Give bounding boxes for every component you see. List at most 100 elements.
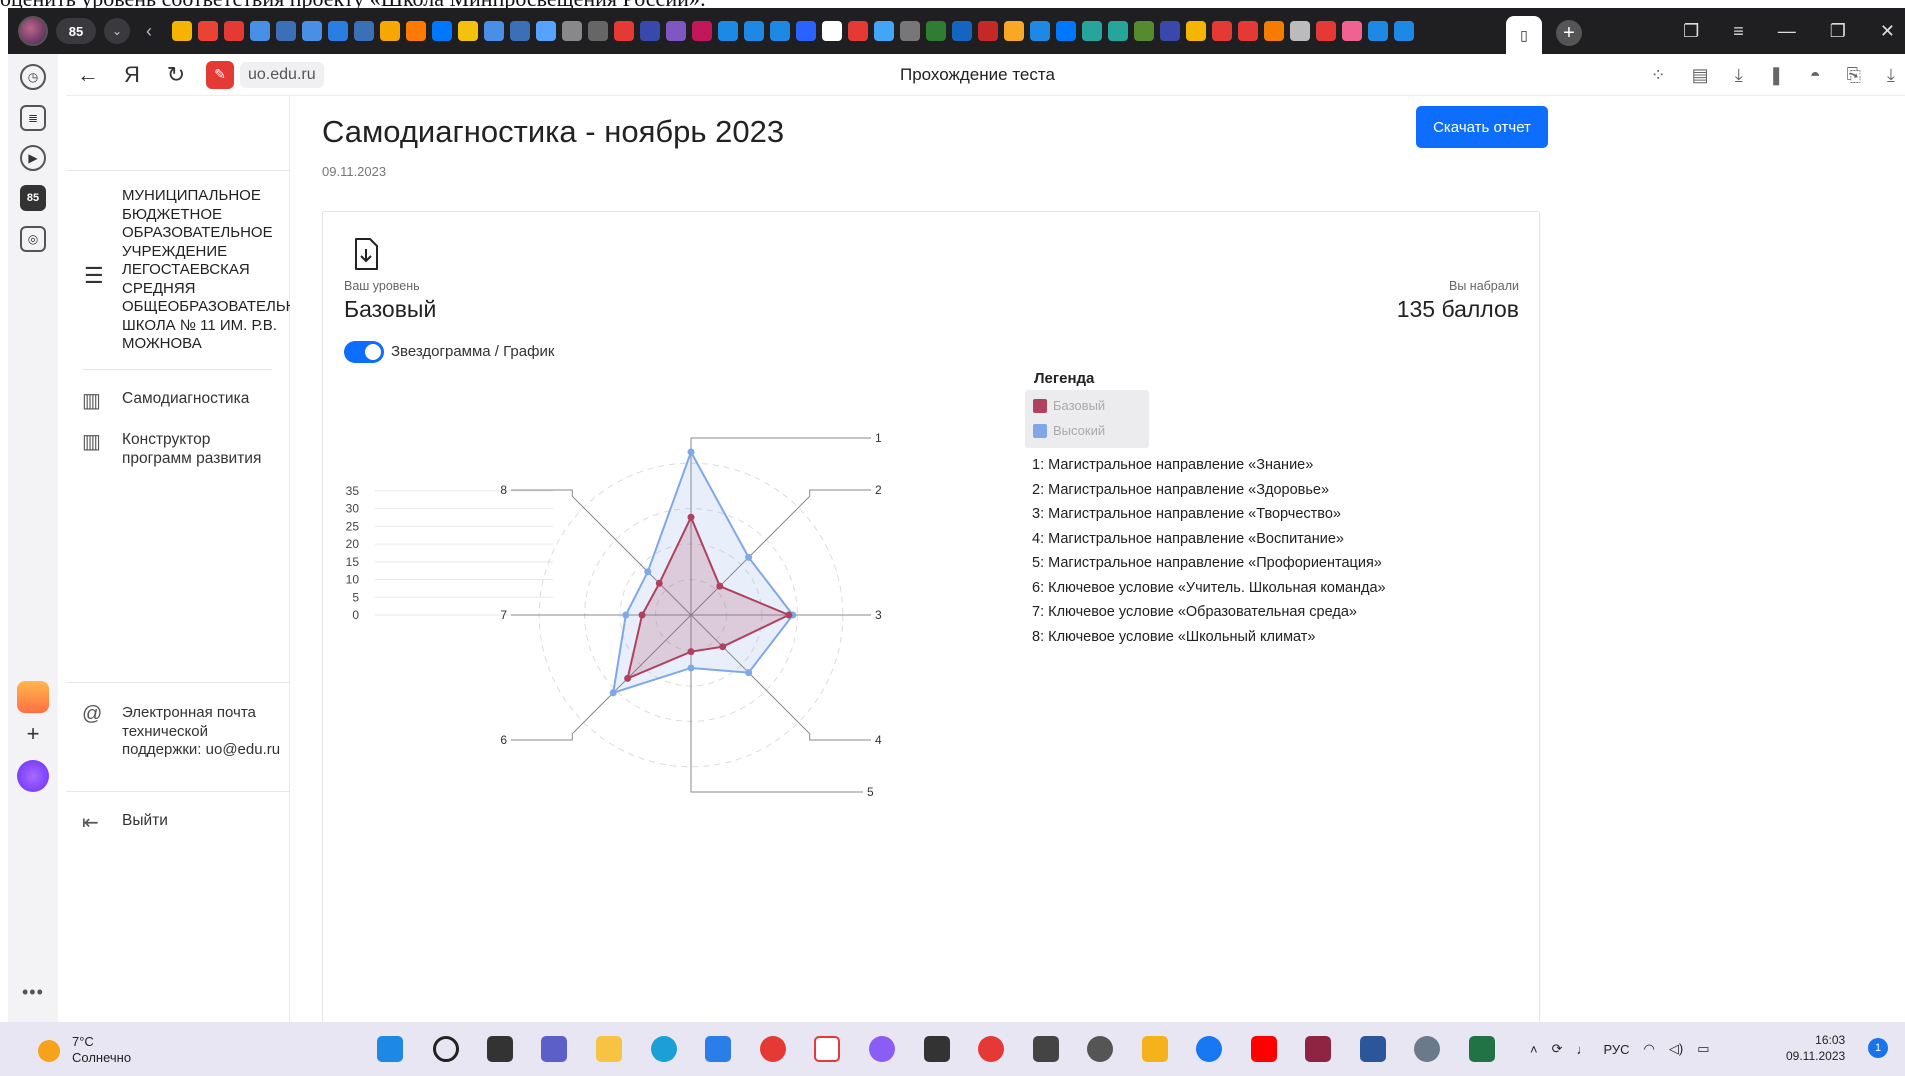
play-icon[interactable]: ▶ [20, 145, 46, 171]
screenshot-icon[interactable]: ◎ [20, 226, 46, 252]
excel-icon[interactable] [1469, 1036, 1495, 1062]
tab-favicon[interactable] [1056, 21, 1076, 41]
tab-favicon[interactable] [718, 21, 738, 41]
tab-favicon[interactable] [822, 21, 842, 41]
wifi-icon[interactable]: ◠ [1644, 1041, 1655, 1057]
notes-icon[interactable]: ≣ [20, 105, 46, 131]
sync-icon[interactable]: ⟳ [1552, 1041, 1563, 1057]
tab-favicon[interactable] [744, 21, 764, 41]
notification-badge[interactable]: 1 [1868, 1038, 1888, 1058]
tabs-counter-icon[interactable]: 85 [20, 185, 46, 211]
download-report-button[interactable]: Скачать отчет [1416, 106, 1548, 148]
chevron-up-icon[interactable]: ˄ [1530, 1042, 1538, 1057]
vpn-icon[interactable]: ◓ [1810, 65, 1821, 86]
task-view-icon[interactable] [487, 1036, 513, 1062]
store-icon[interactable] [705, 1036, 731, 1062]
tab-favicon[interactable] [380, 21, 400, 41]
tab-scroll-left-icon[interactable]: ‹ [146, 21, 152, 42]
microphone-icon[interactable]: ♩ [1577, 1042, 1590, 1057]
ship-icon[interactable] [1033, 1036, 1059, 1062]
sidebar-item-self-diagnostics[interactable]: Самодиагностика [122, 389, 249, 408]
tab-favicon[interactable] [1186, 21, 1206, 41]
tab-favicon[interactable] [198, 21, 218, 41]
chat-icon[interactable] [541, 1036, 567, 1062]
winrar-icon[interactable] [1305, 1036, 1331, 1062]
tab-favicon[interactable] [172, 21, 192, 41]
site-security-icon[interactable]: ✎ [206, 60, 234, 89]
alice-icon[interactable] [17, 760, 49, 792]
yandex-icon[interactable] [760, 1036, 786, 1062]
sidebar-item-program-builder[interactable]: Конструктор программ развития [122, 430, 282, 468]
tab-favicon[interactable] [588, 21, 608, 41]
tab-favicon[interactable] [432, 21, 452, 41]
tab-favicon[interactable] [978, 21, 998, 41]
tab-favicon[interactable] [354, 21, 374, 41]
restore-icon[interactable]: ❐ [1830, 21, 1846, 42]
tab-count-badge[interactable]: 85 [56, 18, 96, 44]
tab-favicon[interactable] [952, 21, 972, 41]
tab-favicon[interactable] [1212, 21, 1232, 41]
legend-item[interactable]: Высокий [1033, 423, 1105, 438]
menu-icon[interactable]: ≡ [1733, 21, 1744, 42]
battery-icon[interactable]: ▭ [1697, 1041, 1709, 1057]
tab-favicon[interactable] [276, 21, 296, 41]
tab-favicon[interactable] [250, 21, 270, 41]
tab-favicon[interactable] [874, 21, 894, 41]
tab-favicon[interactable] [614, 21, 634, 41]
tab-favicon[interactable] [796, 21, 816, 41]
tab-favicon[interactable] [1134, 21, 1154, 41]
volume-icon[interactable]: ◁) [1669, 1041, 1683, 1057]
opera-icon[interactable] [978, 1036, 1004, 1062]
tab-favicon[interactable] [1082, 21, 1102, 41]
yandex-icon[interactable]: Я [110, 62, 154, 88]
add-icon[interactable]: + [20, 721, 46, 747]
tab-favicon[interactable] [1290, 21, 1310, 41]
edge-icon[interactable] [651, 1036, 677, 1062]
tab-favicon[interactable] [900, 21, 920, 41]
profile-avatar[interactable] [18, 16, 48, 46]
new-tab-button[interactable]: + [1556, 20, 1582, 46]
language-indicator[interactable]: РУС [1604, 1042, 1630, 1057]
youtube-icon[interactable] [1251, 1036, 1277, 1062]
tab-favicon[interactable] [406, 21, 426, 41]
alice-icon[interactable] [869, 1036, 895, 1062]
tab-favicon[interactable] [1004, 21, 1024, 41]
menu-icon[interactable]: ☰ [84, 263, 104, 289]
tab-favicon[interactable] [484, 21, 504, 41]
tab-favicon[interactable] [562, 21, 582, 41]
tab-favicon[interactable] [666, 21, 686, 41]
tab-favicon[interactable] [1342, 21, 1362, 41]
chevron-down-icon[interactable]: ⌄ [104, 18, 130, 44]
reader-icon[interactable]: ▤ [1692, 65, 1709, 86]
tab-favicon[interactable] [1394, 21, 1414, 41]
tab-favicon[interactable] [328, 21, 348, 41]
logout-icon[interactable]: ⇤ [82, 810, 99, 835]
tab-favicon[interactable] [692, 21, 712, 41]
search-icon[interactable] [433, 1036, 459, 1062]
reload-icon[interactable]: ↻ [154, 62, 198, 88]
support-email[interactable]: Электронная почта технической поддержки:… [122, 704, 282, 760]
url-field[interactable]: uo.edu.ru [240, 61, 324, 88]
tab-favicon[interactable] [770, 21, 790, 41]
weather-widget[interactable]: 7°C Солнечно [72, 1034, 131, 1066]
settings-icon[interactable] [1414, 1036, 1440, 1062]
sun-icon[interactable] [38, 1040, 60, 1062]
tab-favicon[interactable] [302, 21, 322, 41]
download-icon[interactable]: ⤓ [1735, 65, 1743, 86]
tab-favicon[interactable] [510, 21, 530, 41]
tab-favicon[interactable] [848, 21, 868, 41]
tab-favicon[interactable] [640, 21, 660, 41]
tab-favicon[interactable] [1316, 21, 1336, 41]
collections-icon[interactable]: ❐ [1683, 21, 1699, 42]
tab-favicon[interactable] [1368, 21, 1388, 41]
downloads-icon[interactable]: ⤓ [1887, 65, 1895, 86]
clock[interactable]: 16:03 09.11.2023 [1786, 1032, 1845, 1064]
game-icon[interactable] [924, 1036, 950, 1062]
close-icon[interactable]: ✕ [1880, 21, 1895, 42]
tab-favicon[interactable] [1108, 21, 1128, 41]
bookmark-icon[interactable]: ❚ [1769, 65, 1784, 86]
tab-favicon[interactable] [1160, 21, 1180, 41]
legend-item[interactable]: Базовый [1033, 398, 1105, 413]
history-icon[interactable]: ◷ [20, 64, 46, 90]
more-icon[interactable]: ••• [22, 982, 44, 1003]
